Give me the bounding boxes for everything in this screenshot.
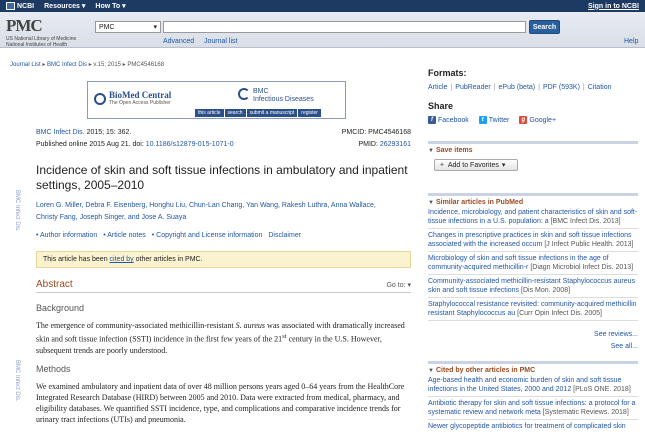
breadcrumb: Journal List ▸ BMC Infect Dis ▸ v.15; 20… [10, 62, 165, 68]
author-link[interactable]: Joseph Singer, [80, 214, 126, 221]
cited-by-link[interactable]: cited by [110, 256, 134, 263]
methods-heading: Methods [36, 364, 71, 374]
chevron-down-icon: ▾ [153, 24, 157, 31]
add-to-favorites-button[interactable]: ✦ Add to Favorites ▾ [434, 159, 518, 171]
biomed-circle-icon [94, 92, 106, 105]
similar-articles-list: Incidence, microbiology, and patient cha… [428, 206, 638, 321]
list-item[interactable]: Changes in prescriptive practices in ski… [428, 229, 638, 252]
pmc-logo[interactable]: PMC US National Library of Medicine Nati… [6, 16, 76, 48]
list-item[interactable]: Microbiology of skin and soft tissue inf… [428, 252, 638, 275]
formats-links: Article | PubReader | ePub (beta) | PDF (59… [428, 84, 612, 91]
list-item[interactable]: Staphylococcal resistance revisited: com… [428, 298, 638, 321]
copyright-link[interactable]: • Copyright and License information [152, 232, 263, 239]
facebook-icon: f [428, 116, 436, 124]
author-link[interactable]: and Jose A. Suaya [128, 214, 186, 221]
howto-menu[interactable]: How To ▾ [95, 2, 125, 10]
pmcid: PMCID: PMC4546168 [341, 129, 411, 136]
cited-by-notice: This article has been cited by other art… [36, 251, 411, 268]
banner-link-register[interactable]: register [298, 109, 321, 117]
pmid-link[interactable]: 26293161 [380, 141, 411, 148]
goto-menu[interactable]: Go to: ▾ [386, 281, 411, 289]
see-reviews-link[interactable]: See reviews... [428, 331, 638, 338]
author-link[interactable]: Rakesh Luthra, [282, 202, 329, 209]
breadcrumb-journal[interactable]: BMC Infect Dis [47, 62, 87, 68]
ncbi-top-bar: NCBI Resources ▾ How To ▾ Sign in to NCB… [0, 0, 645, 12]
pmc-header: PMC US National Library of Medicine Nati… [0, 12, 645, 48]
banner-link-this-article[interactable]: this article [195, 109, 224, 117]
star-icon: ✦ [439, 162, 445, 169]
format-citation[interactable]: Citation [588, 84, 612, 91]
author-information-link[interactable]: • Author information [36, 232, 97, 239]
author-link[interactable]: Yan Wang, [246, 202, 280, 209]
share-facebook[interactable]: f Facebook [428, 116, 469, 124]
search-input[interactable] [163, 21, 526, 33]
author-link[interactable]: Christy Fang, [36, 214, 78, 221]
banner-link-search[interactable]: search [224, 109, 246, 117]
article-meta-links: • Author information • Article notes • C… [36, 232, 411, 239]
format-epub[interactable]: ePub (beta) [499, 84, 536, 91]
vertical-journal-label: BMC Infect Dis. [14, 190, 20, 232]
journal-list-link[interactable]: Journal list [204, 38, 237, 45]
search-button[interactable]: Search [529, 20, 560, 34]
google-plus-icon: g [519, 116, 528, 124]
ncbi-logo[interactable]: NCBI [6, 2, 34, 10]
journal-banner: BioMed Central The Open Access Publisher… [87, 81, 346, 119]
list-item[interactable]: Newer glycopeptide antibiotics for treat… [428, 420, 638, 433]
list-item[interactable]: Community-associated methicillin-resista… [428, 275, 638, 298]
triangle-down-icon: ▼ [428, 148, 434, 154]
biomed-central-logo[interactable]: BioMed Central The Open Access Publisher [94, 91, 171, 106]
vertical-journal-label: BMC Infect Dis. [14, 360, 20, 402]
help-link[interactable]: Help [624, 38, 638, 45]
share-twitter[interactable]: t Twitter [478, 116, 509, 124]
share-heading: Share [428, 101, 454, 111]
author-link[interactable]: Debra F. Eisenberg, [85, 202, 147, 209]
see-all-link[interactable]: See all... [428, 343, 638, 350]
list-item[interactable]: Antibiotic therapy for skin and soft tis… [428, 397, 638, 420]
citation-line: BMC Infect Dis. 2015; 15: 362. PMCID: PM… [36, 129, 411, 136]
banner-link-submit[interactable]: submit a manuscript [246, 109, 298, 117]
cited-by-heading[interactable]: ▼ Cited by other articles in PMC [428, 361, 638, 374]
bmc-infectious-diseases-logo[interactable]: BMC Infectious Diseases [238, 88, 314, 104]
published-line: Published online 2015 Aug 21. doi: 10.11… [36, 141, 411, 148]
list-item[interactable]: Incidence, microbiology, and patient cha… [428, 206, 638, 229]
cited-by-list: Age-based health and economic burden of … [428, 374, 638, 433]
pmid: PMID: 26293161 [358, 141, 411, 148]
resources-menu[interactable]: Resources ▾ [44, 2, 85, 10]
bmc-arc-icon [238, 88, 250, 100]
author-link[interactable]: Loren G. Miller, [36, 202, 83, 209]
save-items-heading[interactable]: ▼ Save items [428, 141, 638, 154]
journal-link[interactable]: BMC Infect Dis. [36, 129, 85, 136]
share-links: f Facebook t Twitter g Google+ [428, 116, 638, 124]
database-select[interactable]: PMC ▾ [95, 21, 161, 33]
chevron-down-icon: ▾ [501, 162, 506, 169]
doi-link[interactable]: 10.1186/s12879-015-1071-0 [146, 141, 234, 148]
article-notes-link[interactable]: • Article notes [103, 232, 146, 239]
formats-heading: Formats: [428, 68, 467, 78]
author-link[interactable]: Chun-Lan Chang, [189, 202, 244, 209]
background-heading: Background [36, 303, 85, 313]
methods-paragraph: We examined ambulatory and inpatient dat… [36, 382, 405, 424]
author-link[interactable]: Anna Wallace, [331, 202, 376, 209]
disclaimer-link[interactable]: Disclaimer [268, 232, 301, 239]
format-pubreader[interactable]: PubReader [455, 84, 490, 91]
twitter-icon: t [478, 116, 487, 124]
sign-in-link[interactable]: Sign in to NCBI [588, 3, 639, 10]
advanced-link[interactable]: Advanced [163, 38, 194, 45]
author-link[interactable]: Honghu Liu, [149, 202, 187, 209]
background-paragraph: The emergence of community-associated me… [36, 321, 405, 355]
author-list: Loren G. Miller, Debra F. Eisenberg, Hon… [36, 200, 411, 224]
breadcrumb-journal-list[interactable]: Journal List [10, 62, 41, 68]
ncbi-logo-icon [6, 2, 15, 10]
format-pdf[interactable]: PDF (593K) [543, 84, 580, 91]
article-title: Incidence of skin and soft tissue infect… [36, 163, 408, 192]
abstract-divider [36, 292, 411, 293]
abstract-heading: Abstract Go to: ▾ [36, 279, 411, 290]
similar-articles-heading[interactable]: ▼ Similar articles in PubMed [428, 193, 638, 206]
list-item[interactable]: Age-based health and economic burden of … [428, 374, 638, 397]
share-google-plus[interactable]: g Google+ [519, 116, 556, 124]
format-article[interactable]: Article [428, 84, 447, 91]
